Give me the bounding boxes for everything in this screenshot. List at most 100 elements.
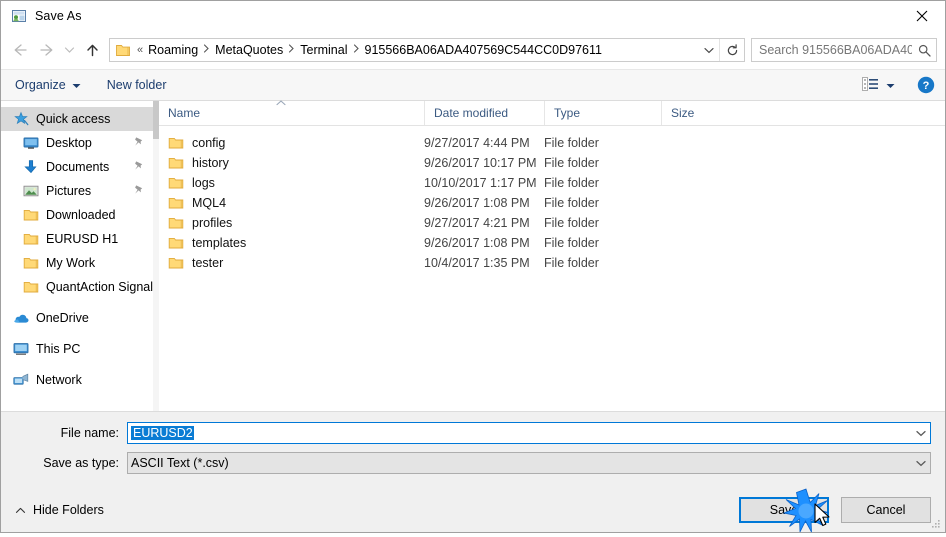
- file-name-row: File name: EURUSD2: [15, 422, 931, 444]
- column-header-size[interactable]: Size: [661, 101, 741, 125]
- sidebar-item-downloaded[interactable]: Downloaded: [1, 203, 158, 227]
- save-as-type-select[interactable]: ASCII Text (*.csv): [127, 452, 931, 474]
- cancel-button[interactable]: Cancel: [841, 497, 931, 523]
- network-icon: [13, 372, 29, 388]
- column-header-row: Name Date modified Type Size: [159, 100, 945, 126]
- sidebar-item-my-work[interactable]: My Work: [1, 251, 158, 275]
- file-date-cell: 10/10/2017 1:17 PM: [424, 176, 537, 190]
- file-name-value-wrap: EURUSD2: [128, 426, 912, 440]
- breadcrumb-overflow[interactable]: «: [135, 44, 145, 56]
- sidebar-item-pictures[interactable]: Pictures: [1, 179, 158, 203]
- breadcrumb-item-roaming[interactable]: Roaming: [145, 43, 201, 57]
- save-form: File name: EURUSD2 Save as type: ASCII T…: [1, 411, 945, 488]
- column-header-name[interactable]: Name: [159, 100, 424, 125]
- folder-icon: [115, 42, 131, 58]
- breadcrumb-item-terminal[interactable]: Terminal: [297, 43, 350, 57]
- file-date-cell: 9/27/2017 4:44 PM: [424, 136, 530, 150]
- up-arrow-icon[interactable]: [79, 37, 105, 63]
- new-folder-label: New folder: [106, 78, 167, 92]
- search-box[interactable]: Search 915566BA06ADA40756...: [751, 38, 937, 62]
- onedrive-cloud-icon: [13, 310, 29, 326]
- view-options-button[interactable]: [862, 76, 895, 94]
- table-row[interactable]: MQL4 9/26/2017 1:08 PM File folder: [159, 193, 945, 213]
- column-header-type[interactable]: Type: [544, 101, 661, 125]
- chevron-down-icon: [72, 78, 81, 92]
- table-row[interactable]: profiles 9/27/2017 4:21 PM File folder: [159, 213, 945, 233]
- pin-icon[interactable]: [133, 184, 144, 198]
- sidebar-scrollbar-track[interactable]: [153, 101, 159, 411]
- sidebar-item-documents[interactable]: Documents: [1, 155, 158, 179]
- file-name-cell: logs: [159, 175, 424, 191]
- table-row[interactable]: templates 9/26/2017 1:08 PM File folder: [159, 233, 945, 253]
- file-name-cell: templates: [159, 235, 424, 251]
- file-name-cell: config: [159, 135, 424, 151]
- save-as-type-row: Save as type: ASCII Text (*.csv): [15, 452, 931, 474]
- column-header-date-modified[interactable]: Date modified: [424, 101, 544, 125]
- sidebar-item-label: Desktop: [46, 136, 92, 150]
- sidebar-item-this-pc[interactable]: This PC: [1, 337, 158, 361]
- title-bar: Save As: [1, 1, 945, 31]
- this-pc-icon: [13, 341, 29, 357]
- new-folder-button[interactable]: New folder: [107, 78, 167, 92]
- sidebar-item-quantaction-signal[interactable]: QuantAction Signal: [1, 275, 158, 299]
- sidebar-item-label: Quick access: [36, 112, 111, 126]
- chevron-down-icon[interactable]: [699, 39, 719, 61]
- desktop-icon: [23, 135, 39, 151]
- sidebar-item-label: Network: [36, 373, 82, 387]
- file-name-cell: profiles: [159, 215, 424, 231]
- refresh-icon[interactable]: [719, 39, 744, 61]
- table-row[interactable]: history 9/26/2017 10:17 PM File folder: [159, 153, 945, 173]
- forward-arrow-icon[interactable]: [33, 37, 59, 63]
- search-input[interactable]: Search 915566BA06ADA40756...: [752, 43, 912, 57]
- folder-icon: [168, 235, 184, 251]
- sidebar-item-eurusd-h1[interactable]: EURUSD H1: [1, 227, 158, 251]
- sidebar-item-quick-access[interactable]: Quick access: [1, 107, 158, 131]
- file-type-cell: File folder: [544, 176, 599, 190]
- recent-locations-chevron-icon[interactable]: [59, 37, 79, 63]
- column-header-name-label: Name: [168, 106, 201, 120]
- sidebar-item-onedrive[interactable]: OneDrive: [1, 306, 158, 330]
- view-layout-icon: [862, 76, 879, 94]
- chevron-down-icon: [886, 78, 895, 92]
- file-name-input[interactable]: EURUSD2: [127, 422, 931, 444]
- sidebar-item-label: OneDrive: [36, 311, 89, 325]
- file-name-cell: history: [159, 155, 424, 171]
- folder-icon: [168, 195, 184, 211]
- chevron-down-icon[interactable]: [912, 423, 930, 443]
- resize-grip[interactable]: [930, 518, 942, 530]
- breadcrumb-item-metaquotes[interactable]: MetaQuotes: [212, 43, 286, 57]
- table-row[interactable]: tester 10/4/2017 1:35 PM File folder: [159, 253, 945, 273]
- table-row[interactable]: config 9/27/2017 4:44 PM File folder: [159, 133, 945, 153]
- table-row[interactable]: logs 10/10/2017 1:17 PM File folder: [159, 173, 945, 193]
- breadcrumb-item-terminal-id[interactable]: 915566BA06ADA407569C544CC0D97611: [362, 43, 605, 57]
- file-type-cell: File folder: [544, 196, 599, 210]
- file-type-cell: File folder: [544, 156, 599, 170]
- sidebar-item-label: Downloaded: [46, 208, 116, 222]
- file-type-cell: File folder: [544, 256, 599, 270]
- address-bar[interactable]: « Roaming MetaQuotes Terminal 915566BA06…: [109, 38, 745, 62]
- address-bar-row: « Roaming MetaQuotes Terminal 915566BA06…: [1, 31, 945, 69]
- file-type-cell: File folder: [544, 236, 599, 250]
- file-date-cell: 9/27/2017 4:21 PM: [424, 216, 530, 230]
- close-button[interactable]: [899, 1, 945, 31]
- sidebar-item-label: This PC: [36, 342, 81, 356]
- command-bar: Organize New folder ?: [1, 69, 945, 101]
- organize-label: Organize: [15, 78, 66, 92]
- file-type-cell: File folder: [544, 136, 599, 150]
- folder-icon: [168, 155, 184, 171]
- sidebar-item-desktop[interactable]: Desktop: [1, 131, 158, 155]
- pin-icon[interactable]: [133, 160, 144, 174]
- folder-icon: [23, 279, 39, 295]
- save-as-icon: [11, 8, 27, 24]
- sidebar-item-label: Documents: [46, 160, 110, 174]
- organize-button[interactable]: Organize: [15, 78, 81, 92]
- back-arrow-icon[interactable]: [7, 37, 33, 63]
- sidebar-item-network[interactable]: Network: [1, 368, 158, 392]
- hide-folders-button[interactable]: Hide Folders: [15, 503, 104, 517]
- pin-icon[interactable]: [133, 136, 144, 150]
- pictures-icon: [23, 183, 39, 199]
- folder-icon: [168, 215, 184, 231]
- help-icon[interactable]: ?: [917, 76, 935, 94]
- chevron-down-icon[interactable]: [912, 453, 930, 473]
- save-button[interactable]: Save: [739, 497, 829, 523]
